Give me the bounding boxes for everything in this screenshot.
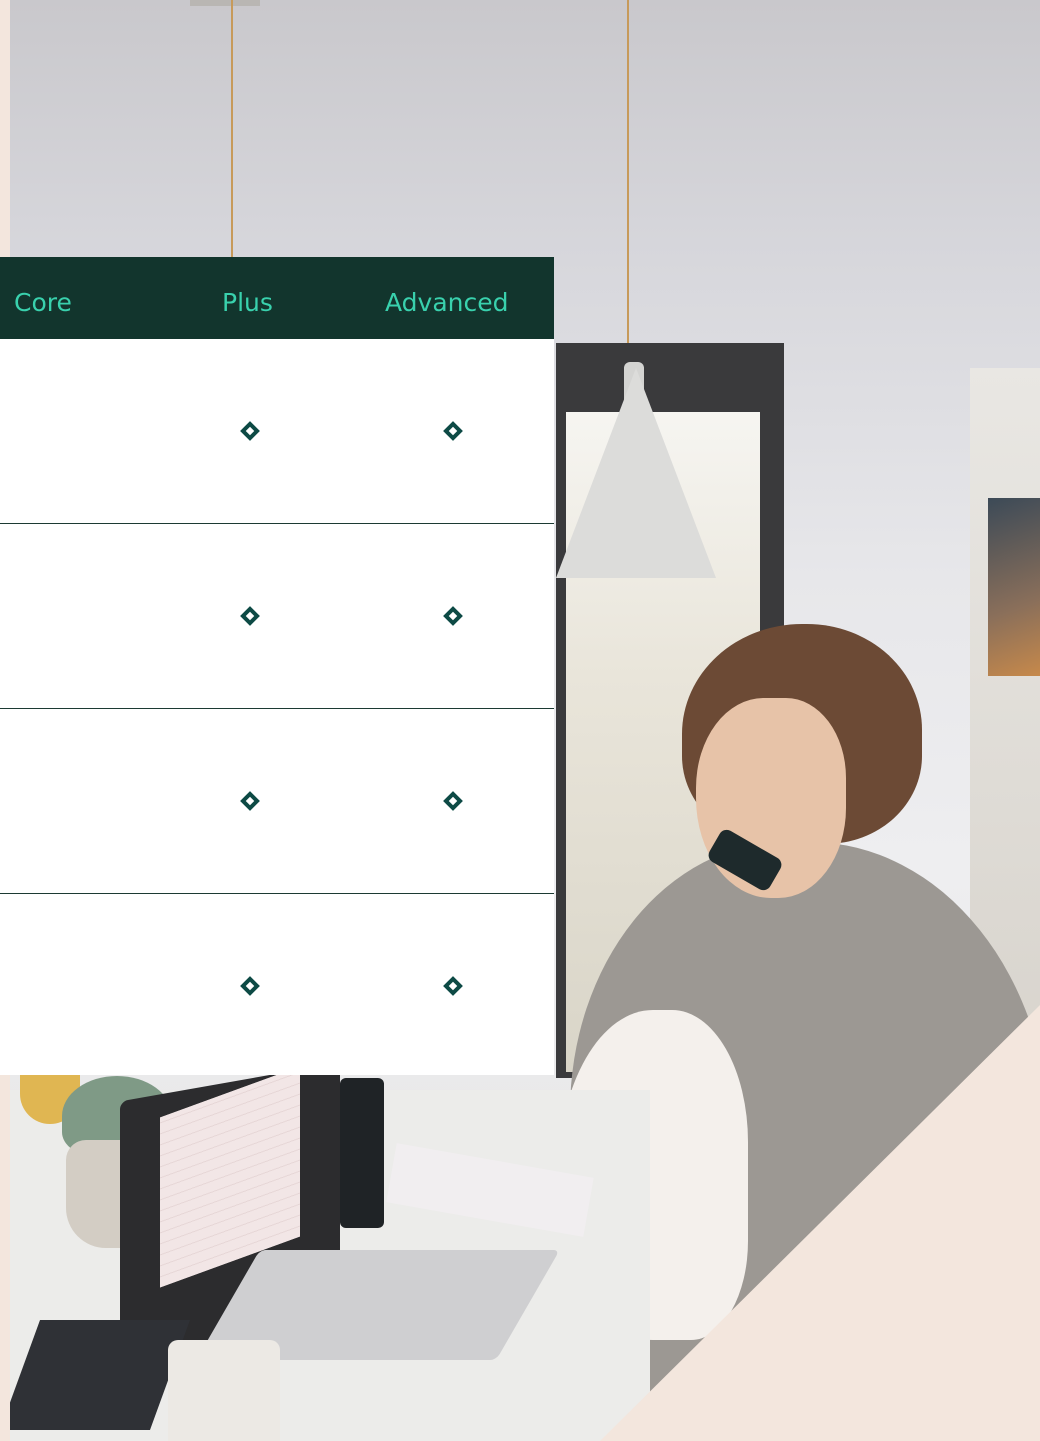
diamond-check-icon (443, 976, 463, 996)
diamond-check-icon (443, 791, 463, 811)
diamond-check-icon (240, 421, 260, 441)
ceiling-mount (190, 0, 260, 6)
table-row (0, 894, 554, 1078)
table-row (0, 524, 554, 709)
table-row (0, 339, 554, 524)
table-header: Core Plus Advanced (0, 257, 554, 339)
artwork (988, 498, 1040, 676)
column-header-core: Core (14, 288, 72, 317)
diamond-check-icon (443, 606, 463, 626)
diamond-check-icon (240, 791, 260, 811)
table-row (0, 709, 554, 894)
column-header-advanced: Advanced (385, 288, 509, 317)
pendant-lamp (556, 368, 716, 578)
phone-stand (340, 1078, 384, 1228)
diamond-check-icon (443, 421, 463, 441)
column-header-plus: Plus (222, 288, 273, 317)
mug (168, 1340, 280, 1441)
plan-comparison-table: Core Plus Advanced (0, 257, 554, 1075)
pendant-cord (627, 0, 629, 370)
diamond-check-icon (240, 606, 260, 626)
pendant-cord (231, 0, 233, 260)
diamond-check-icon (240, 976, 260, 996)
